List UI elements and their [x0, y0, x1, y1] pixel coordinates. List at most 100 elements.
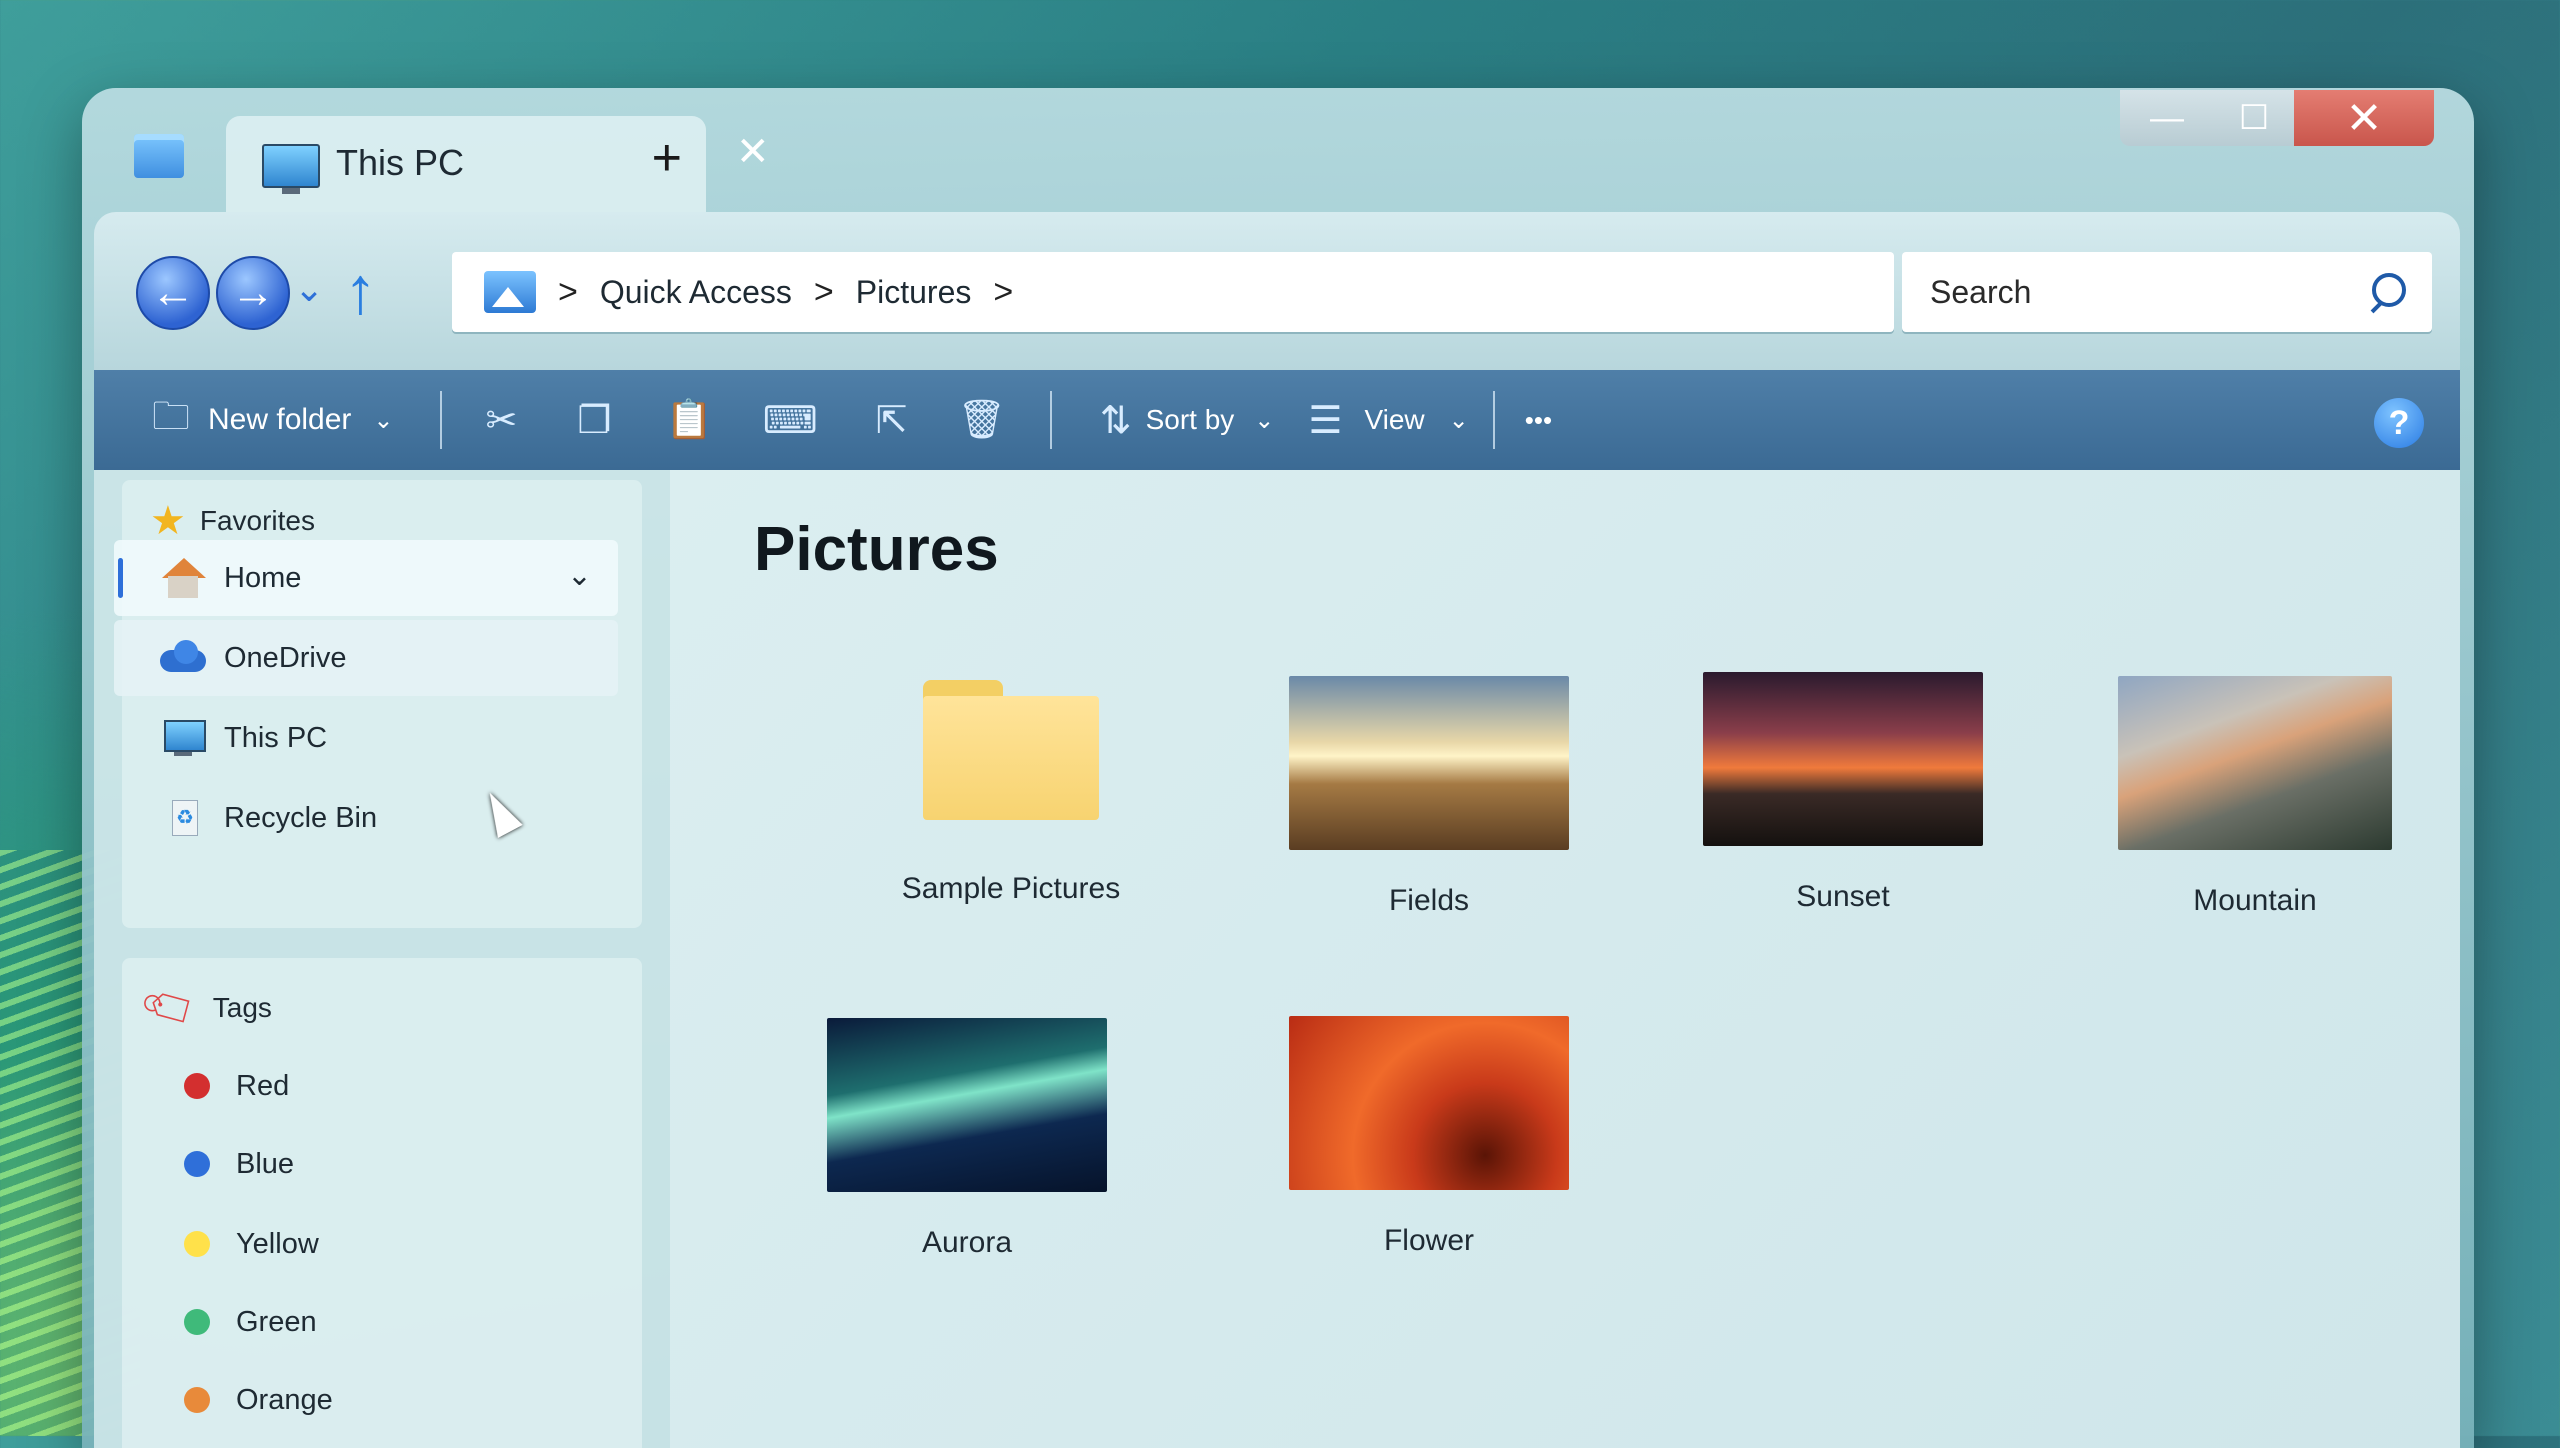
tags-label: Tags: [212, 991, 272, 1023]
view-label: View: [1364, 404, 1425, 435]
monitor-icon: [262, 144, 320, 194]
rename-icon[interactable]: ⌨: [763, 398, 818, 443]
file-label: Sunset: [1796, 880, 1890, 913]
sidebar-tag-blue[interactable]: Blue: [122, 1126, 626, 1202]
chevron-down-icon: ⌄: [1448, 406, 1469, 434]
file-label: Aurora: [921, 1226, 1013, 1259]
toolbar-divider: [1492, 391, 1495, 449]
breadcrumb-separator: >: [558, 272, 578, 311]
sidebar-tag-green[interactable]: Green: [122, 1284, 626, 1360]
new-folder-button[interactable]: 🗀 New folder ⌄: [152, 388, 394, 453]
navigation-pane: ★ Favorites Home ⌄ OneDrive This PC ♻ Re…: [94, 470, 670, 1448]
favorites-label: Favorites: [199, 505, 316, 536]
sidebar-item-onedrive[interactable]: OneDrive: [114, 620, 618, 696]
breadcrumb-pictures[interactable]: Pictures: [856, 274, 972, 311]
minimize-button[interactable]: —: [2120, 90, 2214, 146]
file-tile-sample-pictures[interactable]: Sample Pictures: [846, 680, 1176, 906]
toolbar-divider: [439, 391, 442, 449]
file-tile-sunset[interactable]: Sunset: [1678, 672, 2008, 914]
share-icon[interactable]: ⇱: [876, 398, 908, 443]
file-explorer-window: This PC + ✕ — ☐ ✕ ← → ⌄ ↑ > Quick Access…: [82, 88, 2474, 1448]
sidebar-tag-yellow[interactable]: Yellow: [122, 1206, 626, 1282]
tag-icon: 🏷: [136, 976, 203, 1040]
sidebar-item-label: This PC: [224, 721, 328, 754]
favorites-header[interactable]: ★ Favorites: [150, 498, 315, 544]
pictures-location-icon: [484, 271, 536, 313]
toolbar-divider: [1049, 391, 1052, 449]
mountain-thumbnail: [2118, 676, 2392, 850]
tag-label: Red: [236, 1069, 290, 1102]
sidebar-tag-red[interactable]: Red: [122, 1048, 626, 1124]
aurora-thumbnail: [827, 1018, 1107, 1192]
sort-by-label: Sort by: [1145, 404, 1235, 435]
more-options-button[interactable]: •••: [1525, 405, 1552, 436]
content-pane: Pictures Sample Pictures Fields Sunset M…: [670, 470, 2460, 1448]
file-tile-aurora[interactable]: Aurora: [802, 1018, 1132, 1260]
star-icon: ★: [150, 499, 186, 543]
folder-icon: [923, 680, 1099, 820]
sort-by-button[interactable]: ⇅ Sort by ⌄: [1100, 398, 1275, 443]
delete-icon[interactable]: 🗑: [957, 398, 1005, 442]
tag-label: Blue: [236, 1147, 295, 1180]
blue-tag-dot: [184, 1151, 210, 1177]
home-icon: [160, 558, 206, 598]
command-bar: 🗀 New folder ⌄ ✂ ❐ 📋 ⌨ ⇱ 🗑 ⇅ Sort by ⌄ ☰…: [94, 370, 2460, 470]
back-button[interactable]: ←: [136, 256, 210, 330]
view-button[interactable]: ☰ View ⌄: [1308, 398, 1468, 443]
tag-label: Green: [236, 1305, 317, 1338]
sidebar-item-label: OneDrive: [224, 641, 347, 674]
sidebar-item-home[interactable]: Home ⌄: [114, 540, 618, 616]
breadcrumb-expand[interactable]: >: [993, 273, 1013, 312]
sidebar-tag-orange[interactable]: Orange: [122, 1362, 626, 1438]
copy-icon[interactable]: ❐: [577, 398, 611, 443]
tab-this-pc[interactable]: This PC +: [226, 116, 706, 212]
app-menu-icon[interactable]: [134, 134, 184, 178]
chevron-down-icon: ⌄: [1254, 406, 1275, 434]
tag-label: Yellow: [236, 1227, 319, 1260]
sort-icon: ⇅: [1099, 399, 1132, 442]
file-tile-mountain[interactable]: Mountain: [2090, 676, 2420, 918]
chevron-down-icon[interactable]: ⌄: [373, 406, 393, 435]
search-box[interactable]: Search: [1902, 252, 2432, 332]
navigation-bar: ← → ⌄ ↑ > Quick Access > Pictures > Sear…: [94, 212, 2460, 372]
recent-locations-dropdown[interactable]: ⌄: [294, 268, 324, 310]
view-list-icon: ☰: [1308, 399, 1343, 442]
close-window-button[interactable]: ✕: [2294, 90, 2434, 146]
new-folder-label: New folder: [208, 403, 352, 436]
sidebar-item-this-pc[interactable]: This PC: [114, 700, 618, 776]
favorites-section: ★ Favorites Home ⌄ OneDrive This PC ♻ Re…: [114, 480, 642, 928]
green-tag-dot: [184, 1309, 210, 1335]
file-tile-fields[interactable]: Fields: [1264, 676, 1594, 918]
tags-header[interactable]: 🏷 Tags: [137, 976, 272, 1039]
cut-icon[interactable]: ✂: [486, 398, 518, 443]
search-icon[interactable]: [2368, 273, 2406, 311]
search-input[interactable]: Search: [1930, 274, 2368, 311]
help-button[interactable]: ?: [2374, 398, 2424, 448]
paste-icon[interactable]: 📋: [665, 398, 712, 442]
sidebar-item-recycle-bin[interactable]: ♻ Recycle Bin: [114, 780, 618, 856]
file-label: Mountain: [2193, 884, 2317, 917]
breadcrumb-separator: >: [813, 272, 834, 311]
up-button[interactable]: ↑: [344, 252, 377, 328]
maximize-button[interactable]: ☐: [2214, 90, 2294, 146]
window-controls: — ☐ ✕: [2120, 90, 2434, 146]
file-label: Sample Pictures: [901, 872, 1121, 905]
breadcrumb-quick-access[interactable]: Quick Access: [600, 274, 792, 311]
yellow-tag-dot: [184, 1231, 210, 1257]
new-folder-icon: 🗀: [152, 395, 191, 438]
red-tag-dot: [184, 1073, 210, 1099]
tags-section: 🏷 Tags Red Blue Yellow Green Orange: [122, 958, 642, 1448]
fields-thumbnail: [1289, 676, 1569, 850]
address-bar[interactable]: > Quick Access > Pictures >: [452, 252, 1894, 332]
file-label: Flower: [1383, 1224, 1474, 1257]
close-tab-button[interactable]: ✕: [736, 132, 770, 172]
file-label: Fields: [1388, 884, 1470, 917]
sidebar-item-label: Home: [224, 561, 302, 594]
flower-thumbnail: [1289, 1016, 1569, 1190]
chevron-down-icon[interactable]: ⌄: [567, 558, 592, 593]
new-tab-button[interactable]: +: [652, 132, 682, 184]
orange-tag-dot: [184, 1387, 210, 1413]
file-tile-flower[interactable]: Flower: [1264, 1016, 1594, 1258]
tab-title: This PC: [336, 142, 465, 183]
forward-button[interactable]: →: [216, 256, 290, 330]
